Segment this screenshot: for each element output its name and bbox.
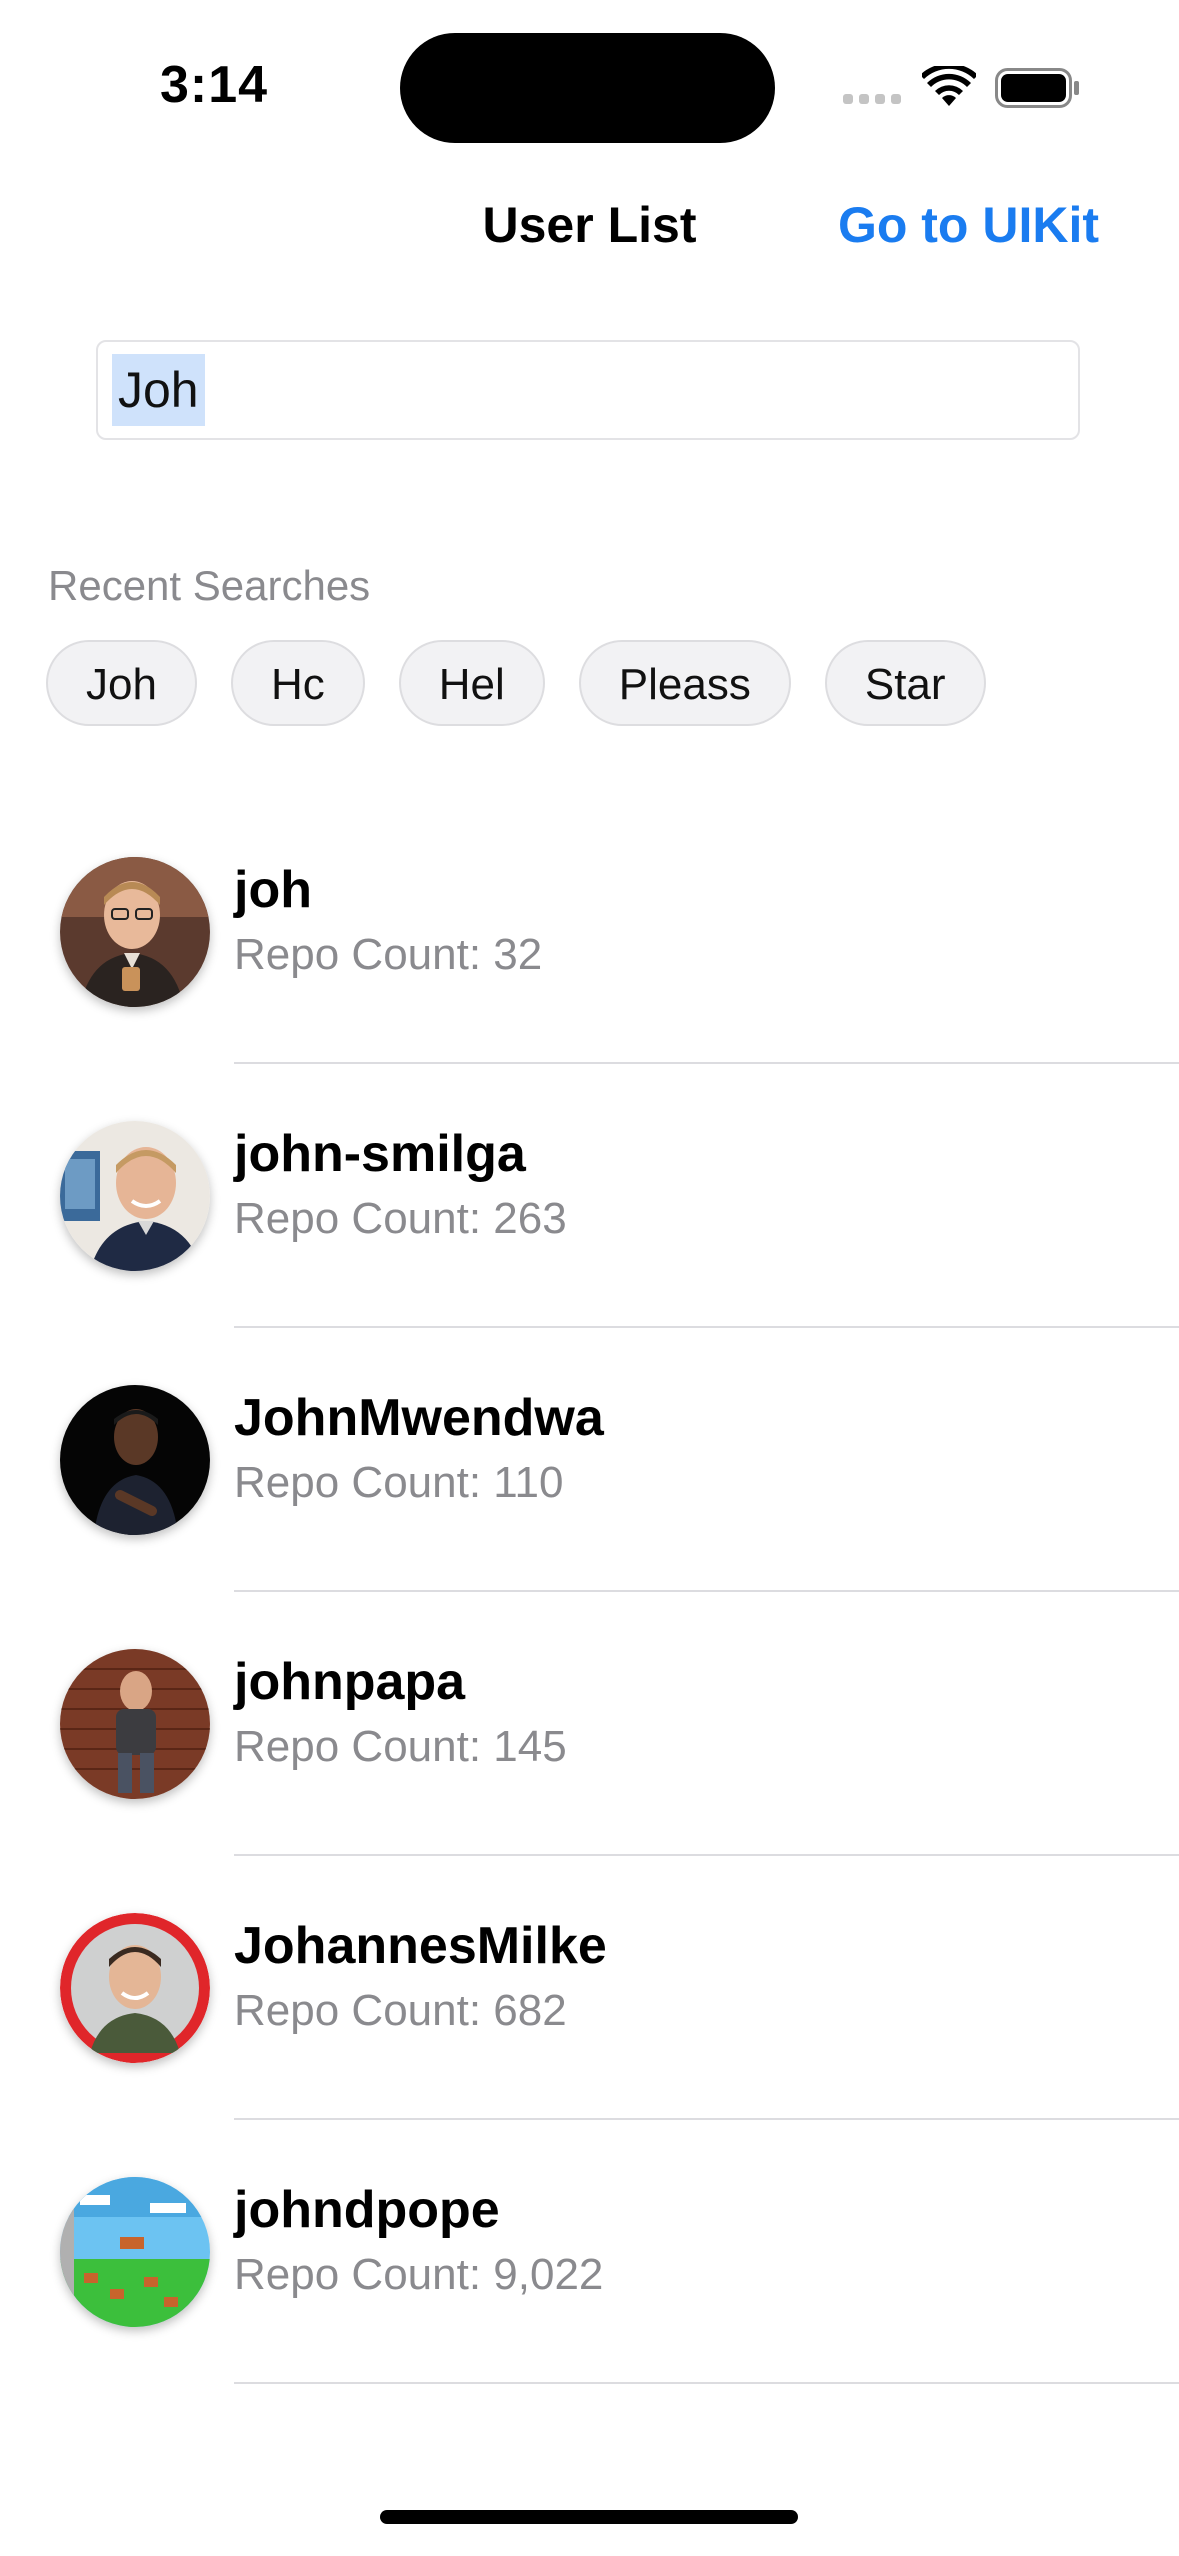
battery-icon (995, 68, 1079, 108)
user-repo-count: Repo Count: 9,022 (234, 2250, 604, 2299)
user-name: john-smilga (234, 1125, 526, 1183)
user-repo-count: Repo Count: 263 (234, 1194, 567, 1243)
user-row[interactable]: JohannesMilke Repo Count: 682 (0, 1856, 1179, 2120)
avatar (60, 857, 210, 1007)
recent-search-chip[interactable]: Pleass (578, 640, 791, 726)
divider (234, 2382, 1179, 2384)
user-list: joh Repo Count: 32 john-smilga Repo Coun… (0, 800, 1179, 2384)
wifi-icon (922, 66, 976, 106)
user-row[interactable]: johndpope Repo Count: 9,022 (0, 2120, 1179, 2384)
status-time: 3:14 (160, 56, 269, 114)
user-row[interactable]: john-smilga Repo Count: 263 (0, 1064, 1179, 1328)
avatar (60, 1649, 210, 1799)
user-name: JohannesMilke (234, 1917, 607, 1975)
recent-search-chip[interactable]: Joh (46, 640, 197, 726)
user-repo-count: Repo Count: 32 (234, 930, 543, 979)
avatar (60, 1385, 210, 1535)
user-row[interactable]: johnpapa Repo Count: 145 (0, 1592, 1179, 1856)
cellular-signal-icon (843, 94, 901, 104)
user-name: johndpope (234, 2181, 500, 2239)
go-to-uikit-button[interactable]: Go to UIKit (838, 196, 1099, 254)
recent-searches-chips: Joh Hc Hel Pleass Star (46, 640, 986, 726)
recent-search-chip[interactable]: Hc (230, 640, 365, 726)
user-row[interactable]: JohnMwendwa Repo Count: 110 (0, 1328, 1179, 1592)
recent-searches-title: Recent Searches (48, 562, 371, 609)
avatar (60, 1913, 210, 2063)
user-name: joh (234, 861, 312, 919)
user-row[interactable]: joh Repo Count: 32 (0, 800, 1179, 1064)
search-input-value: Joh (112, 354, 205, 426)
user-name: JohnMwendwa (234, 1389, 604, 1447)
user-repo-count: Repo Count: 682 (234, 1986, 567, 2035)
avatar-game-scene (60, 2177, 210, 2327)
home-indicator[interactable] (380, 2510, 798, 2524)
user-repo-count: Repo Count: 110 (234, 1458, 564, 1507)
user-repo-count: Repo Count: 145 (234, 1722, 567, 1771)
avatar (60, 1121, 210, 1271)
user-name: johnpapa (234, 1653, 466, 1711)
recent-search-chip[interactable]: Star (824, 640, 986, 726)
recent-search-chip[interactable]: Hel (398, 640, 545, 726)
search-input[interactable]: Joh (96, 340, 1080, 440)
dynamic-island (400, 33, 775, 143)
status-bar: 3:14 (0, 0, 1179, 170)
